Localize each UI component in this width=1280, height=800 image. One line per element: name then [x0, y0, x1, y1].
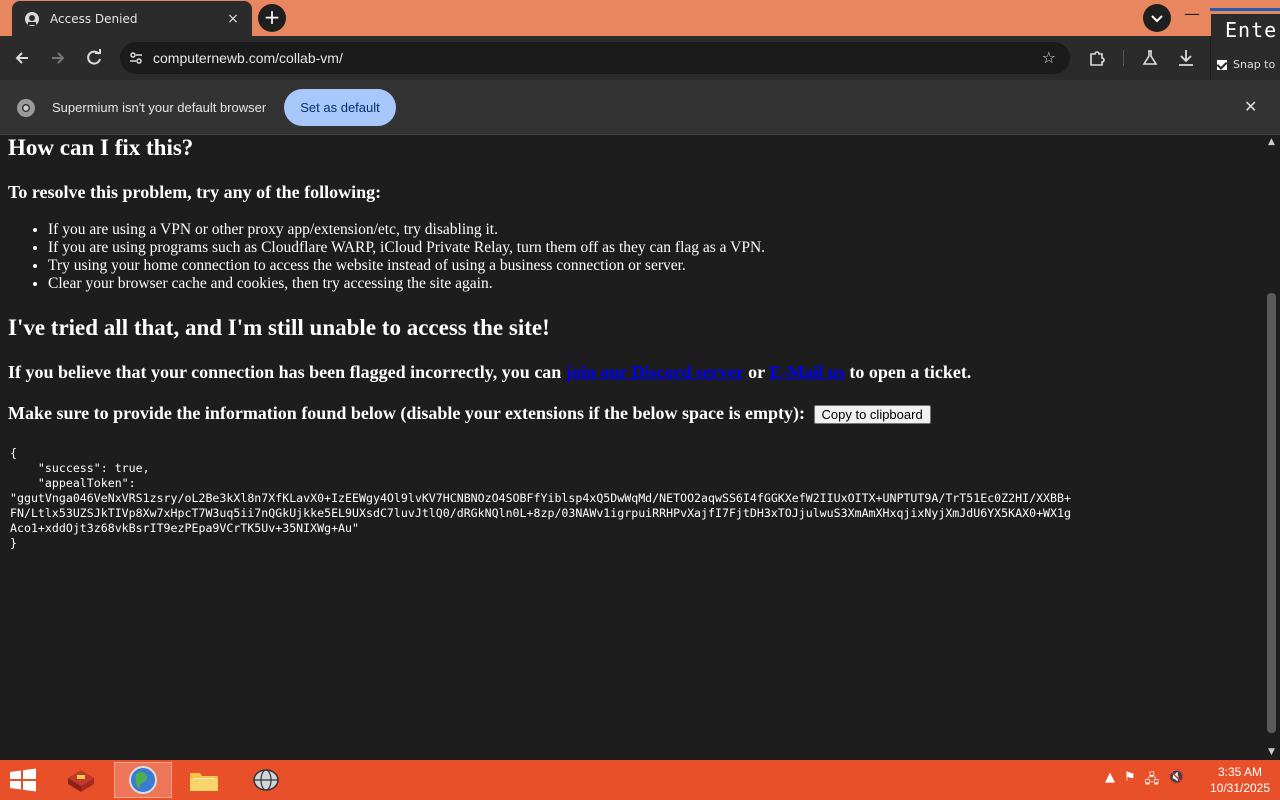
contact-paragraph: If you believe that your connection has …	[8, 362, 971, 383]
reload-icon	[87, 49, 101, 65]
scroll-up-icon[interactable]: ▲	[1268, 137, 1275, 147]
puzzle-icon	[1090, 51, 1105, 66]
snap-overlay: Enter Snap to	[1211, 14, 1280, 80]
tab-title: Access Denied	[50, 11, 138, 26]
new-tab-button[interactable]: +	[258, 4, 286, 32]
discord-link[interactable]: join our Discord server	[566, 362, 744, 382]
heading-still-unable: I've tried all that, and I'm still unabl…	[8, 315, 550, 340]
clock-time: 3:35 AM	[1217, 765, 1263, 779]
appeal-token-block[interactable]: { "success": true, "appealToken": "ggutV…	[10, 446, 1071, 551]
arrow-right-icon	[52, 52, 65, 64]
provide-info-paragraph: Make sure to provide the information fou…	[8, 403, 931, 425]
contact-prefix: If you believe that your connection has …	[8, 362, 566, 382]
taskbar-app-network[interactable]	[237, 762, 295, 798]
toolbar-divider	[1123, 50, 1124, 66]
folder-icon	[190, 773, 218, 791]
list-item: If you are using programs such as Cloudf…	[48, 239, 765, 257]
heading-resolve: To resolve this problem, try any of the …	[8, 182, 382, 202]
taskbar-app-toolbox[interactable]	[52, 762, 110, 798]
vertical-scrollbar[interactable]: ▲ ▼	[1264, 135, 1280, 760]
taskbar-clock[interactable]: 3:35 AM 10/31/2025	[1204, 764, 1276, 796]
list-item: Clear your browser cache and cookies, th…	[48, 275, 765, 293]
labs-button[interactable]	[1138, 46, 1162, 70]
flask-icon	[1142, 50, 1158, 65]
tray-expand-icon[interactable]: ▲	[1105, 770, 1115, 792]
provide-info-text: Make sure to provide the information fou…	[8, 403, 806, 423]
scroll-thumb[interactable]	[1267, 293, 1276, 733]
contact-or: or	[743, 362, 770, 382]
system-tray: ▲ ⚑ 🖧 🔇	[1105, 770, 1184, 792]
network-globe-icon	[253, 769, 279, 791]
download-icon	[1179, 50, 1193, 66]
taskbar-app-browser[interactable]	[114, 762, 172, 798]
reload-button[interactable]	[82, 46, 106, 70]
snap-option[interactable]: Snap to	[1217, 58, 1275, 71]
browser-toolbar: computernewb.com/collab-vm/ ☆	[0, 36, 1210, 80]
infobar-message: Supermium isn't your default browser	[52, 100, 267, 115]
tips-list: If you are using a VPN or other proxy ap…	[28, 221, 765, 293]
tab-close-icon[interactable]: ×	[224, 11, 242, 27]
snap-checkbox[interactable]	[1217, 59, 1227, 70]
clock-date: 10/31/2025	[1209, 781, 1271, 795]
action-center-flag-icon[interactable]: ⚑	[1124, 770, 1136, 792]
url-text: computernewb.com/collab-vm/	[153, 50, 343, 66]
browser-logo-icon	[17, 99, 35, 117]
chevron-down-icon	[1151, 15, 1163, 23]
contact-suffix: to open a ticket.	[844, 362, 972, 382]
taskbar: ▲ ⚑ 🖧 🔇 3:35 AM 10/31/2025	[0, 760, 1280, 800]
browser-globe-icon	[129, 766, 157, 794]
scroll-down-icon[interactable]: ▼	[1268, 747, 1275, 757]
address-bar[interactable]: computernewb.com/collab-vm/ ☆	[120, 42, 1070, 74]
volume-muted-icon[interactable]: 🔇	[1168, 770, 1184, 792]
heading-how-to-fix: How can I fix this?	[8, 135, 194, 160]
extensions-button[interactable]	[1085, 46, 1109, 70]
minimize-button[interactable]: —	[1182, 4, 1202, 24]
toolbox-icon	[68, 770, 94, 792]
enter-text: Enter	[1225, 18, 1280, 42]
site-info-icon[interactable]	[128, 50, 144, 66]
network-icon[interactable]: 🖧	[1145, 770, 1160, 792]
copy-to-clipboard-button[interactable]: Copy to clipboard	[813, 405, 931, 425]
arrow-left-icon	[15, 52, 28, 64]
list-item: Try using your home connection to access…	[48, 257, 765, 275]
tab-access-denied[interactable]: Access Denied ×	[12, 1, 252, 36]
set-default-button[interactable]: Set as default	[284, 89, 396, 126]
favicon-icon	[25, 11, 39, 26]
email-link[interactable]: E-Mail us	[769, 362, 845, 382]
snap-label: Snap to	[1233, 58, 1276, 71]
bookmark-star-icon[interactable]: ☆	[1042, 48, 1056, 67]
back-button[interactable]	[10, 46, 34, 70]
forward-button[interactable]	[46, 46, 70, 70]
taskbar-app-explorer[interactable]	[175, 762, 233, 798]
tab-search-button[interactable]	[1143, 4, 1171, 32]
default-browser-infobar: Supermium isn't your default browser Set…	[0, 80, 1280, 135]
infobar-close-icon[interactable]: ✕	[1244, 97, 1257, 116]
browser-tab-strip: Access Denied × + —	[0, 0, 1280, 36]
page-content: How can I fix this? To resolve this prob…	[0, 135, 1264, 760]
windows-start-icon[interactable]	[8, 768, 38, 792]
list-item: If you are using a VPN or other proxy ap…	[48, 221, 765, 239]
downloads-button[interactable]	[1174, 46, 1198, 70]
